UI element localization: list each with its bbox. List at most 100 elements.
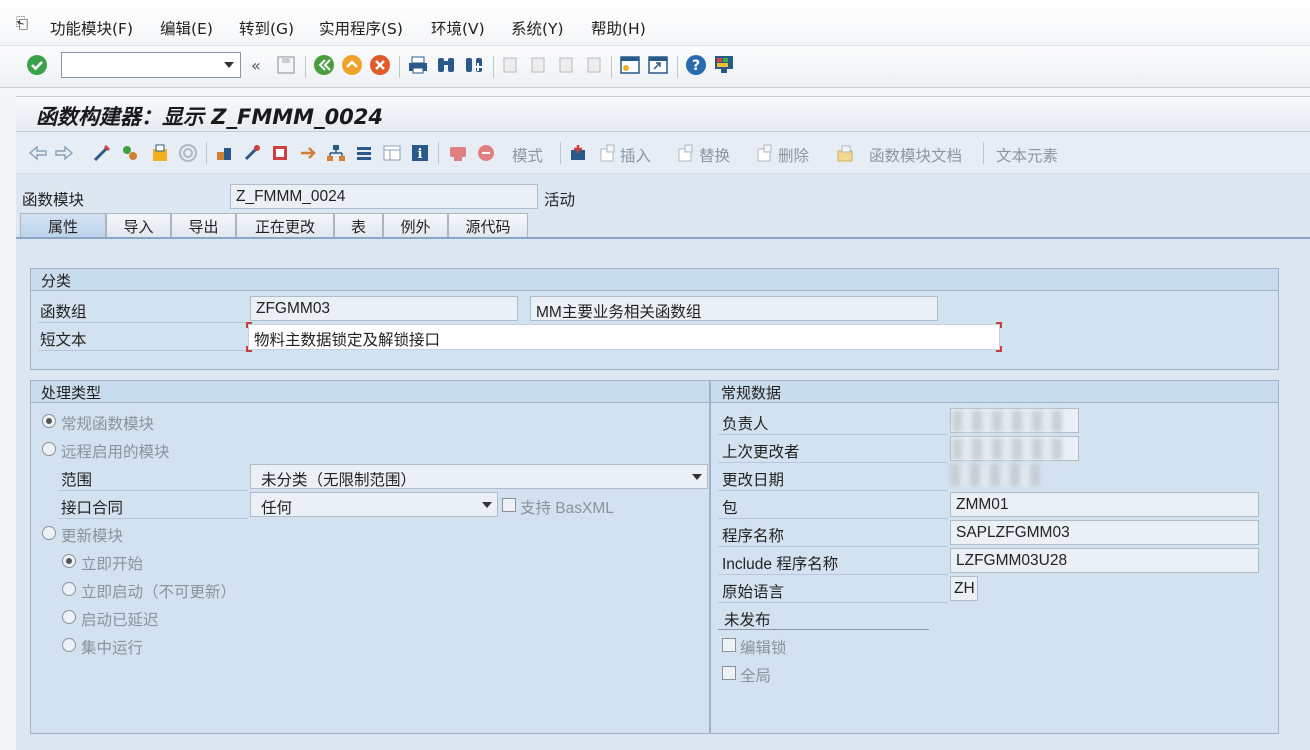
replace-button[interactable]: 替换	[699, 144, 730, 166]
exit-icon[interactable]	[341, 54, 363, 76]
command-field[interactable]	[61, 52, 241, 78]
menu-system[interactable]: 系统(Y)	[511, 17, 564, 39]
mode-button[interactable]: 模式	[512, 144, 543, 166]
menu-icon[interactable]: ⎗	[16, 14, 28, 32]
prev-page-icon[interactable]	[527, 54, 549, 76]
enter-icon[interactable]	[26, 54, 48, 76]
save-icon[interactable]	[275, 54, 297, 76]
collapse-icon[interactable]: «	[251, 56, 261, 75]
fm-docs-button[interactable]: 函数模块文档	[869, 144, 962, 166]
program-name-label: 程序名称	[722, 527, 785, 545]
menu-environment[interactable]: 环境(V)	[431, 17, 485, 39]
test-icon[interactable]	[214, 143, 234, 163]
title-bar: 函数构建器：显示 Z_FMMM_0024	[16, 96, 1310, 132]
layout-icon[interactable]	[382, 143, 402, 163]
scope-label: 范围	[61, 471, 93, 489]
tab-attributes[interactable]: 属性	[20, 213, 106, 238]
package-field: ZMM01	[950, 492, 1259, 517]
cancel-icon[interactable]	[369, 54, 391, 76]
customize-layout-icon[interactable]	[713, 54, 735, 76]
stack-icon[interactable]	[354, 143, 374, 163]
normal-fm-label: 常规函数模块	[61, 415, 155, 433]
radio-remote-fm[interactable]	[42, 442, 56, 456]
last-changed-by-label: 上次更改者	[722, 443, 800, 461]
back-icon[interactable]	[313, 54, 335, 76]
include-name-label: Include 程序名称	[722, 556, 839, 573]
row-divider	[718, 462, 948, 463]
text-elements-button[interactable]: 文本元素	[996, 144, 1058, 166]
basxml-checkbox[interactable]	[502, 498, 516, 512]
row-divider	[718, 546, 948, 547]
activate-icon[interactable]	[178, 143, 198, 163]
tab-changing[interactable]: 正在更改	[236, 213, 334, 237]
radio-start-immediately[interactable]	[62, 554, 76, 568]
next-page-icon[interactable]	[555, 54, 577, 76]
short-text-field[interactable]: 物料主数据锁定及解锁接口	[248, 324, 1000, 350]
command-dropdown-icon[interactable]	[224, 62, 234, 68]
immediate-no-update-label: 立即启动（不可更新）	[81, 583, 237, 601]
menu-help[interactable]: 帮助(H)	[591, 17, 646, 39]
classification-title: 分类	[31, 269, 1278, 291]
where-used-icon[interactable]	[242, 143, 262, 163]
package-label: 包	[722, 499, 738, 517]
menu-function-module[interactable]: 功能模块(F)	[50, 17, 133, 39]
enhance-icon[interactable]	[568, 143, 588, 163]
pretty-printer-icon[interactable]	[476, 143, 496, 163]
last-page-icon[interactable]	[583, 54, 605, 76]
scope-value: 未分类（无限制范围）	[261, 472, 417, 489]
switch-active-icon[interactable]	[120, 143, 140, 163]
check-icon[interactable]	[150, 143, 170, 163]
pattern-icon[interactable]	[448, 143, 468, 163]
find-icon[interactable]	[435, 54, 457, 76]
interface-contract-select[interactable]: 任何	[250, 492, 498, 517]
fm-name-field[interactable]: Z_FMMM_0024	[230, 184, 538, 209]
create-session-icon[interactable]	[619, 54, 641, 76]
hierarchy-icon[interactable]	[326, 143, 346, 163]
menu-utilities[interactable]: 实用程序(S)	[319, 17, 403, 39]
scope-dropdown-icon[interactable]	[692, 474, 702, 480]
menu-edit[interactable]: 编辑(E)	[160, 17, 213, 39]
back-arrow-icon[interactable]	[28, 143, 48, 163]
required-corner	[996, 322, 1002, 328]
radio-immediate-no-update[interactable]	[62, 582, 76, 596]
tab-tables[interactable]: 表	[334, 213, 383, 237]
insert-button[interactable]: 插入	[620, 144, 651, 166]
interface-dropdown-icon[interactable]	[482, 502, 492, 508]
include-name-field: LZFGMM03U28	[950, 548, 1259, 573]
function-group-desc-field: MM主要业务相关函数组	[530, 296, 938, 321]
insert-icon[interactable]	[597, 143, 617, 163]
forward-arrow-icon[interactable]	[54, 143, 74, 163]
row-divider	[718, 574, 948, 575]
scope-select[interactable]: 未分类（无限制范围）	[250, 464, 708, 489]
function-group-field[interactable]: ZFGMM03	[250, 296, 518, 321]
help-icon[interactable]: ?	[685, 54, 707, 76]
navigation-icon[interactable]	[298, 143, 318, 163]
fm-docs-icon[interactable]	[835, 143, 855, 163]
find-next-icon[interactable]	[463, 54, 485, 76]
shortcut-icon[interactable]	[647, 54, 669, 76]
radio-normal-fm[interactable]	[42, 414, 56, 428]
tab-exceptions[interactable]: 例外	[383, 213, 448, 237]
interface-contract-value: 任何	[261, 500, 293, 517]
global-checkbox[interactable]	[722, 666, 736, 680]
global-label: 全局	[740, 667, 772, 685]
update-module-label: 更新模块	[61, 527, 124, 545]
radio-delayed-start[interactable]	[62, 610, 76, 624]
display-change-icon[interactable]	[92, 143, 112, 163]
not-released-label: 未发布	[724, 611, 771, 629]
delete-button[interactable]: 删除	[778, 144, 809, 166]
print-icon[interactable]	[407, 54, 429, 76]
tab-import[interactable]: 导入	[106, 213, 171, 237]
info-icon[interactable]: i	[410, 143, 430, 163]
row-divider	[38, 322, 248, 323]
menu-goto[interactable]: 转到(G)	[239, 17, 294, 39]
display-object-list-icon[interactable]	[270, 143, 290, 163]
tab-export[interactable]: 导出	[171, 213, 236, 237]
radio-collective-run[interactable]	[62, 638, 76, 652]
tab-source-code[interactable]: 源代码	[448, 213, 528, 237]
delete-icon[interactable]	[754, 143, 774, 163]
radio-update-module[interactable]	[42, 526, 56, 540]
edit-lock-checkbox[interactable]	[722, 638, 736, 652]
replace-icon[interactable]	[675, 143, 695, 163]
first-page-icon[interactable]	[499, 54, 521, 76]
